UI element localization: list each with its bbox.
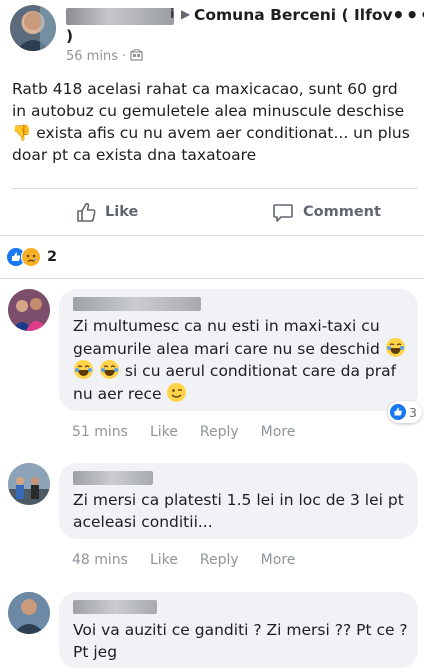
meta-separator: · xyxy=(122,49,127,64)
comment-like-button[interactable]: Like xyxy=(150,552,178,568)
comment-reaction-count: 3 xyxy=(409,404,417,420)
comment-text: Voi va auziti ce ganditi ? Zi mersi ?? P… xyxy=(73,621,408,661)
comment-button[interactable]: Comment xyxy=(272,200,381,224)
author-name-blurred[interactable] xyxy=(66,8,174,25)
reactions-divider xyxy=(0,278,424,279)
comment-time[interactable]: 48 mins xyxy=(72,552,128,568)
comment-more-button[interactable]: More xyxy=(261,424,296,440)
laughing-emoji-icon xyxy=(74,360,93,379)
reactions-summary[interactable]: 2 xyxy=(6,246,57,268)
group-privacy-icon xyxy=(130,48,144,61)
author-avatar[interactable] xyxy=(10,5,56,51)
commenter-name-blurred[interactable] xyxy=(73,471,153,485)
post-timestamp[interactable]: 56 mins xyxy=(66,49,118,64)
avatar-photo-icon xyxy=(8,463,50,505)
caret-right-icon: ▶ xyxy=(181,7,191,21)
author-name-suffix: i xyxy=(170,7,175,22)
comment-more-button[interactable]: More xyxy=(261,552,296,568)
comment-bubble: Zi mersi ca platesti 1.5 lei in loc de 3… xyxy=(59,463,418,539)
thumbs-up-icon xyxy=(77,202,96,222)
laughing-emoji-icon xyxy=(385,337,405,357)
laughing-emoji-icon xyxy=(99,360,119,379)
comment-reactions[interactable]: 3 xyxy=(388,401,422,423)
sad-reaction-icon xyxy=(21,247,41,267)
post-text: Ratb 418 acelasi rahat ca maxicacao, sun… xyxy=(12,80,410,164)
comment-bubble-icon xyxy=(273,204,293,222)
comment-bubble: Zi multumesc ca nu esti in maxi-taxi cu … xyxy=(59,289,422,423)
post-header: i ▶ Comuna Berceni ( Ilfov ) ••• 56 mins… xyxy=(0,0,424,70)
post-meta: 56 mins · xyxy=(66,48,144,64)
comment-time[interactable]: 51 mins xyxy=(72,424,128,440)
comment-text: Zi mersi ca platesti 1.5 lei in loc de 3… xyxy=(73,491,404,531)
comment-like-button[interactable]: Like xyxy=(150,424,178,440)
avatar-photo-icon xyxy=(8,592,50,634)
comment-reply-button[interactable]: Reply xyxy=(200,424,239,440)
comment-actions: 48 mins Like Reply More xyxy=(72,552,317,568)
commenter-avatar[interactable] xyxy=(8,463,50,505)
group-name[interactable]: Comuna Berceni ( Ilfov xyxy=(194,6,393,24)
comment-actions: 51 mins Like Reply More xyxy=(72,424,317,440)
group-name-continued[interactable]: ) xyxy=(66,27,73,45)
post-divider xyxy=(12,188,418,189)
avatar-photo-icon xyxy=(16,5,56,51)
reactions-count: 2 xyxy=(47,249,58,265)
comment-text-part: Zi multumesc ca nu esti in maxi-taxi cu … xyxy=(73,317,385,358)
like-button[interactable]: Like xyxy=(75,200,138,224)
more-options-icon[interactable]: ••• xyxy=(392,3,424,27)
actions-divider xyxy=(0,235,424,236)
comment-label: Comment xyxy=(303,204,381,220)
commenter-name-blurred[interactable] xyxy=(73,297,201,311)
like-label: Like xyxy=(105,204,139,220)
commenter-name-blurred[interactable] xyxy=(73,600,157,614)
comment-text: Zi multumesc ca nu esti in maxi-taxi cu … xyxy=(73,316,409,405)
comment-reply-button[interactable]: Reply xyxy=(200,552,239,568)
avatar-photo-icon xyxy=(8,289,50,331)
like-reaction-icon xyxy=(390,404,407,420)
commenter-avatar[interactable] xyxy=(8,592,50,634)
commenter-avatar[interactable] xyxy=(8,289,50,331)
comment-bubble: Voi va auziti ce ganditi ? Zi mersi ?? P… xyxy=(59,592,418,668)
comment-text-part: si cu aerul conditionat care da praf nu … xyxy=(73,362,397,403)
wink-emoji-icon xyxy=(167,382,187,402)
